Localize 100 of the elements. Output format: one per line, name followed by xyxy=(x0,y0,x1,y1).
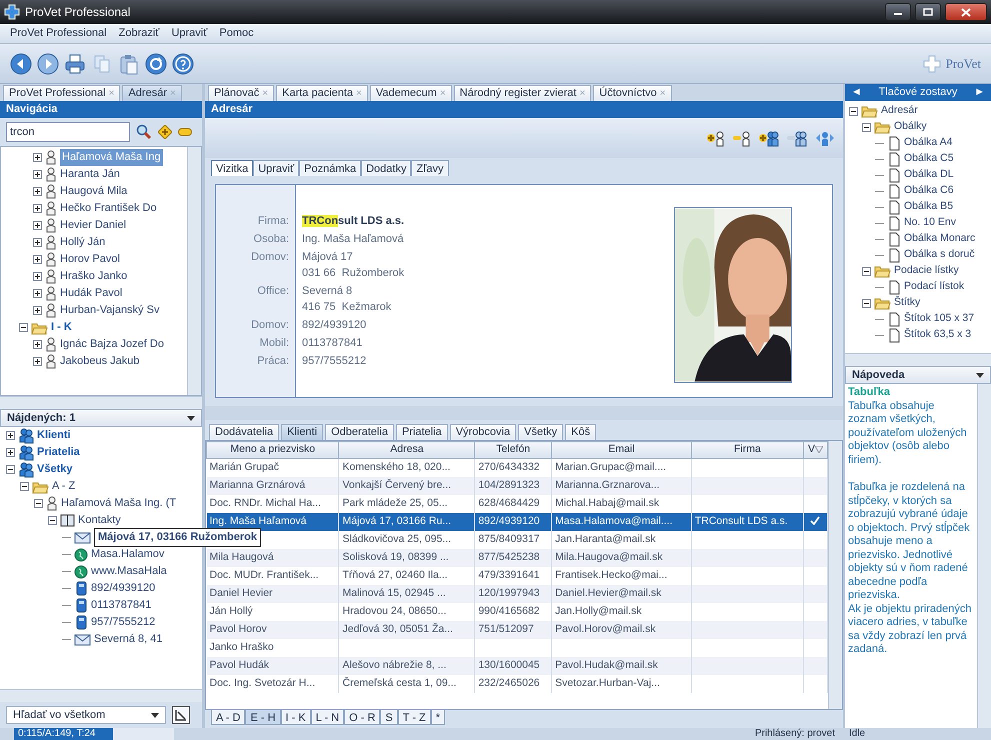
add-person-icon[interactable] xyxy=(707,130,725,146)
expand-toggle[interactable] xyxy=(862,266,871,276)
minimize-button[interactable] xyxy=(885,3,911,21)
tree-item[interactable]: www.MasaHala xyxy=(91,563,167,580)
expand-toggle[interactable] xyxy=(6,465,15,474)
menu-item[interactable]: Zobraziť xyxy=(118,25,160,42)
horizontal-scrollbar[interactable] xyxy=(0,396,202,409)
help-dropdown[interactable]: Nápoveda xyxy=(845,366,991,384)
help-icon[interactable] xyxy=(172,52,194,74)
tab[interactable]: Priatelia xyxy=(396,424,448,440)
tree-item[interactable]: Masa.Halamov xyxy=(91,546,164,563)
close-button[interactable] xyxy=(945,3,987,21)
remove-person-icon[interactable] xyxy=(733,130,751,146)
tab[interactable]: Dodatky xyxy=(361,160,412,176)
tree-item[interactable]: Obálka C6 xyxy=(904,183,954,199)
tree-item[interactable]: Hevier Daniel xyxy=(60,217,126,234)
tree-item[interactable]: Hraško Janko xyxy=(60,268,128,285)
column-header[interactable]: Adresa xyxy=(338,442,475,458)
menu-item[interactable]: Pomoc xyxy=(219,25,254,42)
tree-item[interactable]: Haľamová Maša Ing. (T xyxy=(61,495,176,512)
tree-item[interactable]: I - K xyxy=(51,319,72,336)
expand-toggle[interactable] xyxy=(33,187,42,196)
tree-item[interactable]: 957/7555212 xyxy=(91,614,156,631)
tree-item[interactable]: A - Z xyxy=(52,478,76,495)
tab[interactable]: ProVet Professional × xyxy=(3,85,120,101)
tab[interactable]: Účtovníctvo × xyxy=(593,85,672,101)
tree-item[interactable]: Obálka C5 xyxy=(904,151,954,167)
vertical-scrollbar[interactable] xyxy=(187,147,201,395)
tree-item[interactable]: Všetky xyxy=(37,461,72,478)
back-icon[interactable] xyxy=(10,52,32,74)
expand-toggle[interactable] xyxy=(862,298,871,308)
tree-item[interactable]: Obálky xyxy=(894,119,927,135)
menu-item[interactable]: Upraviť xyxy=(171,25,208,42)
expand-toggle[interactable] xyxy=(20,482,29,491)
tree-item[interactable]: Severná 8, 41 xyxy=(94,631,162,648)
menu-item[interactable]: ProVet Professional xyxy=(10,25,107,42)
tab[interactable]: * xyxy=(430,710,446,725)
print-icon[interactable] xyxy=(64,52,86,74)
scope-dropdown[interactable]: Hľadať vo všetkom xyxy=(6,706,166,724)
tree-item[interactable]: Štítok 63,5 x 3 xyxy=(904,327,972,343)
column-header[interactable]: Email xyxy=(552,442,692,458)
tree-item[interactable]: Štítky xyxy=(894,295,920,311)
expand-toggle[interactable] xyxy=(33,204,42,213)
expand-toggle[interactable] xyxy=(48,516,57,525)
expand-toggle[interactable] xyxy=(862,122,871,132)
tab[interactable]: I - K xyxy=(280,710,311,725)
previous-button[interactable]: ◄ xyxy=(851,84,862,101)
add-group-icon[interactable] xyxy=(759,130,779,146)
tree-item[interactable]: Priatelia xyxy=(37,444,80,461)
tab[interactable]: T - Z xyxy=(398,710,431,725)
tab[interactable]: Zľavy xyxy=(411,160,449,176)
results-dropdown[interactable]: Nájdených: 1 xyxy=(0,409,202,427)
tab[interactable]: Upraviť xyxy=(253,160,300,176)
expand-toggle[interactable] xyxy=(33,153,42,162)
tab[interactable]: E - H xyxy=(245,710,281,725)
add-icon[interactable] xyxy=(158,125,172,139)
tree-item[interactable]: Obálka A4 xyxy=(904,135,952,151)
tree-item[interactable]: Hurban-Vajanský Sv xyxy=(60,302,160,319)
paste-icon[interactable] xyxy=(118,52,140,74)
tree-item[interactable]: 892/4939120 xyxy=(91,580,156,597)
expand-toggle[interactable] xyxy=(33,289,42,298)
search-icon[interactable] xyxy=(136,124,152,140)
column-header[interactable]: Firma xyxy=(691,442,804,458)
tab[interactable]: Vizitka xyxy=(211,160,254,176)
tab[interactable]: Karta pacienta × xyxy=(276,85,368,101)
expand-toggle[interactable] xyxy=(33,238,42,247)
maximize-button[interactable] xyxy=(915,3,941,21)
tree-item[interactable]: No. 10 Env xyxy=(904,215,956,231)
tree-item[interactable]: Májová 17, 03166 Ružomberok xyxy=(94,528,261,547)
column-header[interactable]: V xyxy=(803,442,828,458)
tree-item[interactable]: Obálka B5 xyxy=(904,199,954,215)
search-field[interactable]: trcon xyxy=(6,122,130,142)
remove-icon[interactable] xyxy=(178,128,192,136)
expand-toggle[interactable] xyxy=(33,340,42,349)
expand-toggle[interactable] xyxy=(6,448,15,457)
tree-item[interactable]: Obálka Monarc xyxy=(904,231,976,247)
tab[interactable]: Výrobcovia xyxy=(450,424,516,440)
tree-item[interactable]: Obálka DL xyxy=(904,167,954,183)
next-button[interactable]: ► xyxy=(974,84,985,101)
expand-toggle[interactable] xyxy=(33,170,42,179)
tab[interactable]: L - N xyxy=(310,710,344,725)
tree-item[interactable]: Štítok 105 x 37 xyxy=(904,311,974,327)
expand-toggle[interactable] xyxy=(33,306,42,315)
column-header[interactable]: Telefón xyxy=(474,442,552,458)
search-button-icon[interactable] xyxy=(172,706,190,724)
tree-item[interactable]: Hečko František Do xyxy=(60,200,157,217)
expand-toggle[interactable] xyxy=(33,357,42,366)
remove-group-icon[interactable] xyxy=(787,130,807,146)
tree-item[interactable]: Haranta Ján xyxy=(60,166,120,183)
expand-toggle[interactable] xyxy=(849,106,858,116)
horizontal-scrollbar[interactable] xyxy=(0,689,202,702)
tab[interactable]: Kôš xyxy=(565,424,596,440)
tab[interactable]: Adresár × xyxy=(122,85,182,101)
expand-toggle[interactable] xyxy=(33,221,42,230)
forward-icon[interactable] xyxy=(37,52,59,74)
tree-item[interactable]: Hollý Ján xyxy=(60,234,106,251)
tree-item[interactable]: Hudák Pavol xyxy=(60,285,122,302)
swap-people-icon[interactable] xyxy=(815,130,835,146)
tab[interactable]: Klienti xyxy=(281,424,324,440)
tree-item[interactable]: Horov Pavol xyxy=(60,251,120,268)
